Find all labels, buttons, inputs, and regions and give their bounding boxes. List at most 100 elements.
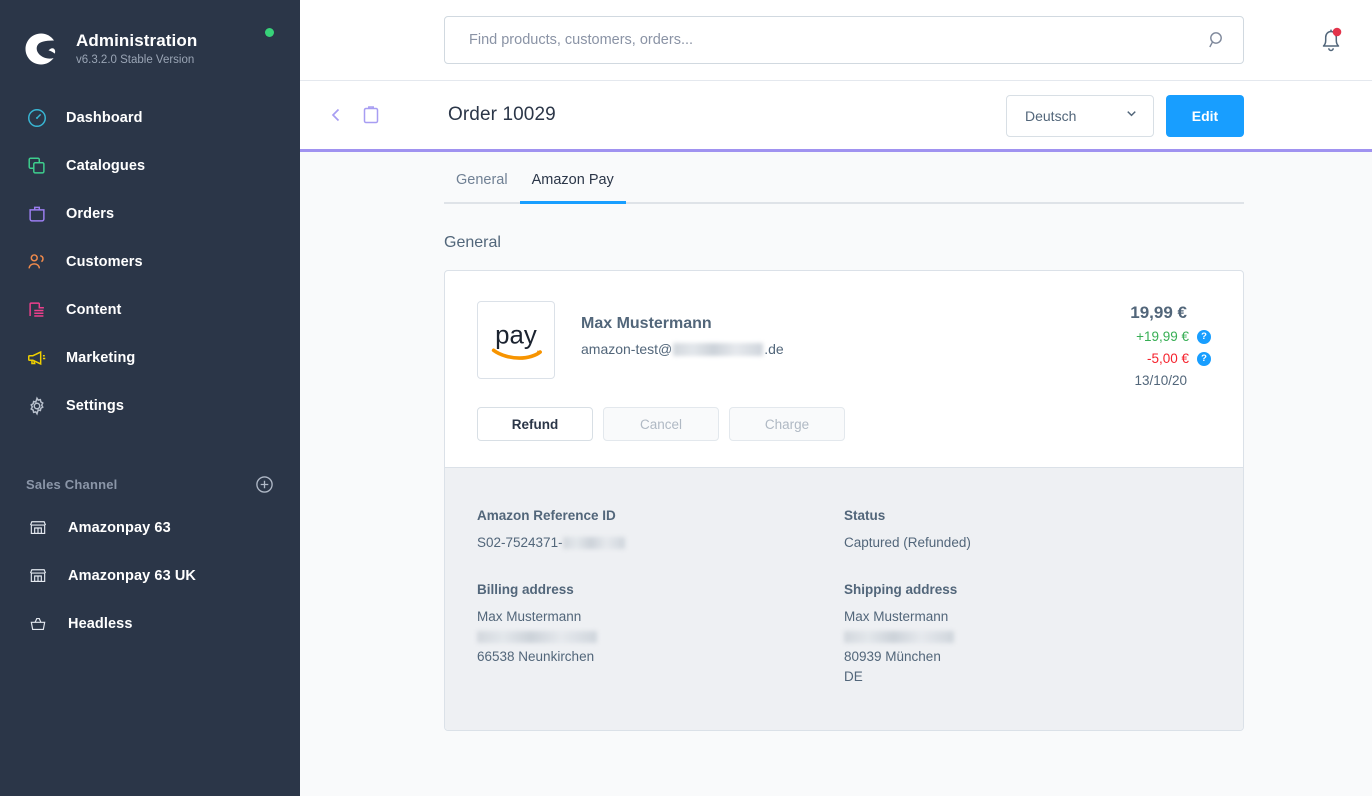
customer-email-suffix: .de xyxy=(764,341,784,357)
sidebar-item-label: Marketing xyxy=(66,350,136,366)
amazon-pay-logo: pay xyxy=(477,301,555,379)
status-label: Status xyxy=(844,508,886,523)
status-badge: Captured (Refunded) xyxy=(844,535,971,550)
brand-header: Administration v6.3.2.0 Stable Version xyxy=(0,0,300,80)
basket-icon xyxy=(26,612,50,636)
sidebar: Administration v6.3.2.0 Stable Version D… xyxy=(0,0,300,796)
search-box[interactable] xyxy=(444,16,1244,64)
sidebar-item-headless[interactable]: Headless xyxy=(0,600,300,648)
main-area: Order 10029 Deutsch Edit General Amazon … xyxy=(300,0,1372,796)
order-header-bar: Order 10029 Deutsch Edit xyxy=(300,81,1372,149)
billing-street-line xyxy=(477,627,844,646)
sidebar-item-amazonpay-63[interactable]: Amazonpay 63 xyxy=(0,504,300,552)
sales-channel-section-header: Sales Channel xyxy=(0,464,300,504)
shipping-street-line xyxy=(844,627,1211,646)
content-icon xyxy=(24,297,50,323)
bag-icon xyxy=(24,201,50,227)
language-select-value: Deutsch xyxy=(1025,108,1077,124)
sales-channel-label: Amazonpay 63 xyxy=(68,520,171,536)
captured-amount-row: +19,99 € ? xyxy=(1130,327,1211,347)
order-header-actions: Deutsch Edit xyxy=(1006,95,1244,137)
payment-summary: pay Max Mustermann amazon-test@ .de 19,9… xyxy=(445,271,1243,467)
sidebar-item-catalogues[interactable]: Catalogues xyxy=(0,142,300,190)
cancel-button: Cancel xyxy=(603,407,719,441)
reference-id-field: Amazon Reference ID S02-7524371- xyxy=(477,508,844,552)
sidebar-item-amazonpay-63-uk[interactable]: Amazonpay 63 UK xyxy=(0,552,300,600)
amount-summary: 19,99 € +19,99 € ? -5,00 € ? 13/10/20 xyxy=(1130,301,1211,391)
tab-general[interactable]: General xyxy=(444,172,520,202)
sidebar-item-dashboard[interactable]: Dashboard xyxy=(0,94,300,142)
redacted-shipping-street xyxy=(844,631,954,644)
shipping-city: 80939 München xyxy=(844,649,941,664)
redacted-email-domain xyxy=(673,342,764,356)
shopware-logo-icon xyxy=(22,30,60,68)
tab-bar: General Amazon Pay xyxy=(444,152,1244,204)
sidebar-item-label: Content xyxy=(66,302,122,318)
customer-email-prefix: amazon-test@ xyxy=(581,341,673,357)
tab-amazon-pay[interactable]: Amazon Pay xyxy=(519,172,627,204)
sales-channel-title: Sales Channel xyxy=(26,476,118,492)
sidebar-item-label: Catalogues xyxy=(66,158,146,174)
billing-name: Max Mustermann xyxy=(477,609,582,624)
sidebar-item-label: Orders xyxy=(66,206,115,222)
reference-id-text: S02-7524371- xyxy=(477,535,563,550)
redacted-billing-street xyxy=(477,631,597,644)
search-icon[interactable] xyxy=(1207,30,1227,50)
help-circle-icon[interactable]: ? xyxy=(1197,352,1211,366)
customer-name: Max Mustermann xyxy=(581,315,712,332)
page-title: Order 10029 xyxy=(448,104,556,125)
sidebar-item-customers[interactable]: Customers xyxy=(0,238,300,286)
reference-id-value: S02-7524371- xyxy=(477,533,844,552)
sidebar-item-label: Settings xyxy=(66,398,124,414)
chevron-down-icon xyxy=(1124,106,1139,126)
refund-button[interactable]: Refund xyxy=(477,407,593,441)
captured-amount: +19,99 € xyxy=(1136,329,1189,344)
sidebar-item-marketing[interactable]: Marketing xyxy=(0,334,300,382)
shipping-country: DE xyxy=(844,669,863,684)
transaction-date: 13/10/20 xyxy=(1134,373,1187,388)
sidebar-item-label: Customers xyxy=(66,254,143,270)
plus-circle-icon[interactable] xyxy=(254,474,274,494)
refunded-amount-row: -5,00 € ? xyxy=(1130,349,1211,369)
shipping-address-label: Shipping address xyxy=(844,582,958,597)
payment-action-buttons: Refund Cancel Charge xyxy=(477,407,1211,441)
reference-id-label: Amazon Reference ID xyxy=(477,508,616,523)
primary-navigation: Dashboard Catalogues Orders Customers Co… xyxy=(0,94,300,430)
amazon-pay-card: pay Max Mustermann amazon-test@ .de 19,9… xyxy=(444,270,1244,731)
global-search xyxy=(444,16,1244,64)
sales-channel-list: Amazonpay 63 Amazonpay 63 UK Headless xyxy=(0,504,300,648)
billing-city: 66538 Neunkirchen xyxy=(477,649,595,664)
status-indicator-dot xyxy=(265,28,274,37)
customer-email: amazon-test@ .de xyxy=(581,338,784,360)
storefront-icon xyxy=(26,516,50,540)
brand-version: v6.3.2.0 Stable Version xyxy=(76,53,195,66)
sidebar-item-content[interactable]: Content xyxy=(0,286,300,334)
chevron-left-icon[interactable] xyxy=(326,105,346,125)
shipping-address-field: Shipping address Max Mustermann 80939 Mü… xyxy=(844,582,1211,686)
edit-button[interactable]: Edit xyxy=(1166,95,1244,137)
notifications-button[interactable] xyxy=(1316,24,1346,56)
search-input[interactable] xyxy=(469,32,1207,48)
users-icon xyxy=(24,249,50,275)
help-circle-icon[interactable]: ? xyxy=(1197,330,1211,344)
sales-channel-label: Amazonpay 63 UK xyxy=(68,568,197,584)
total-amount: 19,99 € xyxy=(1130,303,1187,322)
clipboard-icon[interactable] xyxy=(360,104,382,126)
redacted-reference-id xyxy=(562,537,625,550)
gauge-icon xyxy=(24,105,50,131)
svg-text:pay: pay xyxy=(495,321,537,349)
brand-title: Administration xyxy=(76,30,198,50)
status-field: Status Captured (Refunded) xyxy=(844,508,1211,552)
refunded-amount: -5,00 € xyxy=(1146,351,1189,366)
sales-channel-label: Headless xyxy=(68,616,133,632)
sidebar-item-settings[interactable]: Settings xyxy=(0,382,300,430)
charge-button: Charge xyxy=(729,407,845,441)
sidebar-item-orders[interactable]: Orders xyxy=(0,190,300,238)
language-select[interactable]: Deutsch xyxy=(1006,95,1154,137)
topbar xyxy=(300,0,1372,81)
billing-address-field: Billing address Max Mustermann 66538 Neu… xyxy=(477,582,844,686)
sidebar-item-label: Dashboard xyxy=(66,110,143,126)
megaphone-icon xyxy=(24,345,50,371)
shipping-name: Max Mustermann xyxy=(844,609,949,624)
content-area: General Amazon Pay General pay Max Muste… xyxy=(300,152,1372,796)
